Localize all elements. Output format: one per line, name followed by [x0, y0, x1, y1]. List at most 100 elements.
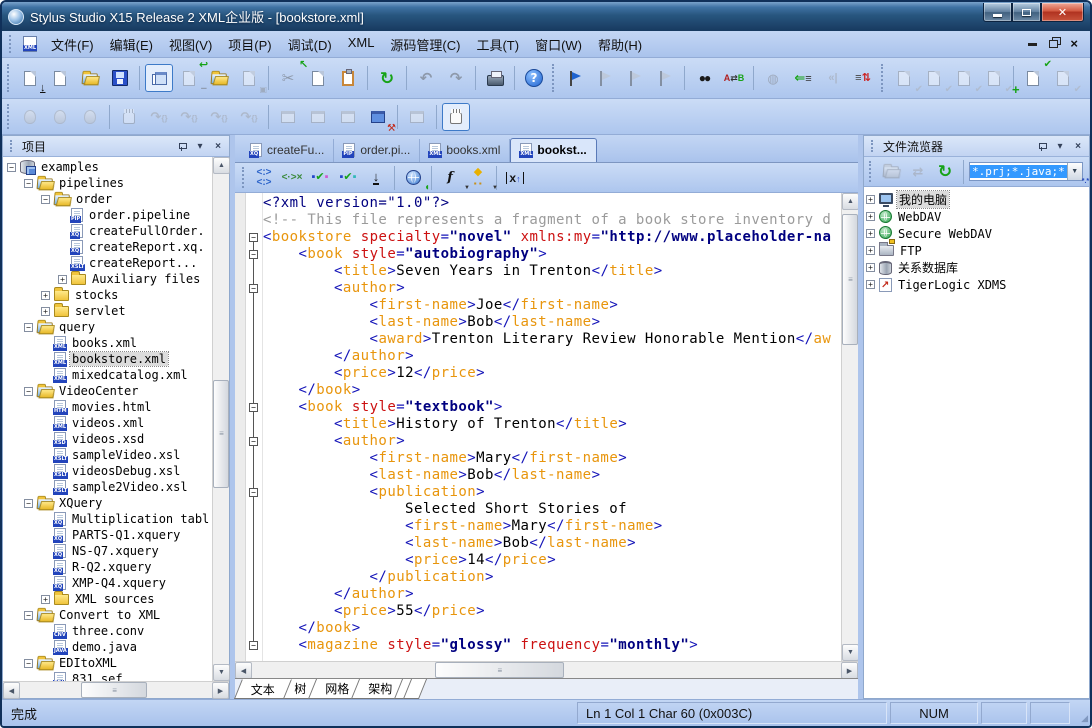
- project-tree-item[interactable]: NS-Q7.xquery: [5, 543, 212, 559]
- open-button[interactable]: [76, 64, 104, 92]
- scroll-up-icon[interactable]: ▲: [213, 157, 230, 174]
- hand-tool-button[interactable]: [442, 103, 470, 131]
- expand-icon[interactable]: +: [866, 263, 875, 272]
- menu-item[interactable]: 源码管理(C): [382, 32, 468, 57]
- expand-icon[interactable]: +: [866, 195, 875, 204]
- toolbar-grip[interactable]: [881, 64, 886, 92]
- project-tree-item[interactable]: −examples: [5, 159, 212, 175]
- menu-item[interactable]: 编辑(E): [102, 32, 161, 57]
- expand-icon[interactable]: +: [58, 275, 67, 284]
- collapse-icon[interactable]: −: [24, 659, 33, 668]
- explorer-tree-item[interactable]: +WebDAV: [866, 208, 1089, 225]
- mdi-minimize-icon[interactable]: [1028, 43, 1037, 46]
- project-tree-item[interactable]: +servlet: [5, 303, 212, 319]
- whitespace-button[interactable]: x↑: [502, 165, 528, 190]
- find-button[interactable]: ●●: [690, 64, 718, 92]
- fold-marker[interactable]: −: [249, 233, 258, 242]
- toolbar-grip[interactable]: [9, 35, 14, 53]
- scroll-up-icon[interactable]: ▲: [842, 193, 859, 210]
- scroll-right-icon[interactable]: ▶: [212, 682, 229, 699]
- minimize-button[interactable]: [983, 3, 1012, 22]
- project-tree-horizontal-scrollbar[interactable]: ◀ ≡ ▶: [3, 681, 229, 698]
- menu-item[interactable]: 帮助(H): [590, 32, 650, 57]
- editor-horizontal-scrollbar[interactable]: ◀ ≡ ▶: [235, 661, 858, 678]
- project-tree-item[interactable]: three.conv: [5, 623, 212, 639]
- project-tree-item[interactable]: sampleVideo.xsl: [5, 447, 212, 463]
- project-tree-item[interactable]: videosDebug.xsl: [5, 463, 212, 479]
- project-tree-item[interactable]: bookstore.xml: [5, 351, 212, 367]
- editor-tab[interactable]: order.pi...: [334, 139, 420, 162]
- toggle-bookmark-button[interactable]: [561, 64, 589, 92]
- fold-marker[interactable]: −: [249, 488, 258, 497]
- expand-icon[interactable]: +: [866, 246, 875, 255]
- collapse-icon[interactable]: −: [24, 323, 33, 332]
- project-tree-item[interactable]: +XML sources: [5, 591, 212, 607]
- scroll-right-icon[interactable]: ▶: [841, 662, 858, 679]
- project-tree-item[interactable]: createReport...: [5, 255, 212, 271]
- mdi-close-icon[interactable]: ×: [1070, 39, 1078, 49]
- add-schema-validation-button[interactable]: ✔+: [1019, 64, 1047, 92]
- import-document-button[interactable]: ↓: [46, 64, 74, 92]
- chevron-down-icon[interactable]: ▾: [1053, 139, 1067, 153]
- expand-icon[interactable]: +: [41, 307, 50, 316]
- close-button[interactable]: ✕: [1041, 3, 1084, 22]
- collapse-icon[interactable]: −: [41, 195, 50, 204]
- combobox-dropdown-icon[interactable]: ▼: [1067, 163, 1082, 180]
- validate-button[interactable]: ▪✔▪: [307, 165, 333, 190]
- expand-icon[interactable]: +: [866, 229, 875, 238]
- project-tree-item[interactable]: Multiplication tabl: [5, 511, 212, 527]
- expand-icon[interactable]: +: [866, 280, 875, 289]
- mdi-restore-icon[interactable]: [1049, 40, 1058, 48]
- open-in-window-button[interactable]: ↩: [205, 64, 233, 92]
- menu-item[interactable]: 窗口(W): [527, 32, 590, 57]
- menu-item[interactable]: 项目(P): [220, 32, 279, 57]
- editor-vertical-scrollbar[interactable]: ▲ ≡ ▼: [841, 193, 858, 661]
- editor-tab[interactable]: bookst...: [510, 138, 596, 162]
- project-tree-item[interactable]: PARTS-Q1.xquery: [5, 527, 212, 543]
- toolbar-grip[interactable]: [552, 64, 557, 92]
- code-text-area[interactable]: <?xml version="1.0"?><!-- This file repr…: [263, 193, 841, 661]
- project-tree-item[interactable]: −pipelines: [5, 175, 212, 191]
- project-tree-item[interactable]: 831.sef: [5, 671, 212, 681]
- panel-grip[interactable]: [10, 140, 15, 152]
- fold-marker[interactable]: −: [249, 250, 258, 259]
- replace-button[interactable]: A⇄B: [720, 64, 748, 92]
- save-dtd-button[interactable]: ↓: [363, 165, 389, 190]
- explorer-tree-item[interactable]: +Secure WebDAV: [866, 225, 1089, 242]
- project-tree-item[interactable]: XMP-Q4.xquery: [5, 575, 212, 591]
- project-tree-item[interactable]: books.xml: [5, 335, 212, 351]
- project-tree-item[interactable]: demo.java: [5, 639, 212, 655]
- sort-lines-button[interactable]: ≡⇅: [849, 64, 877, 92]
- pin-icon[interactable]: [1035, 139, 1049, 153]
- project-tree-item[interactable]: movies.html: [5, 399, 212, 415]
- explorer-refresh-button[interactable]: ↻: [933, 160, 957, 184]
- panel-grip[interactable]: [871, 140, 876, 152]
- expand-icon[interactable]: +: [866, 212, 875, 221]
- expand-icon[interactable]: +: [41, 291, 50, 300]
- explorer-tree-item[interactable]: +关系数据库: [866, 259, 1089, 276]
- cascade-windows-button[interactable]: [145, 64, 173, 92]
- preview-in-browser-button[interactable]: ◖: [400, 165, 426, 190]
- menu-item[interactable]: XML: [340, 32, 383, 57]
- chevron-down-icon[interactable]: ▾: [193, 139, 207, 153]
- project-tree-item[interactable]: −EDItoXML: [5, 655, 212, 671]
- project-tree-item[interactable]: +stocks: [5, 287, 212, 303]
- collapse-icon[interactable]: −: [24, 611, 33, 620]
- menu-item[interactable]: 文件(F): [43, 32, 102, 57]
- validate-all-button[interactable]: ▪✔▪: [335, 165, 361, 190]
- project-tree-item[interactable]: videos.xml: [5, 415, 212, 431]
- project-tree-item[interactable]: createReport.xq.: [5, 239, 212, 255]
- mode-tab-文本[interactable]: 文本: [234, 679, 292, 699]
- copy-button[interactable]: ↖: [304, 64, 332, 92]
- pretty-print-button[interactable]: <:><:>: [251, 165, 277, 190]
- fold-marker[interactable]: −: [249, 641, 258, 650]
- menu-item[interactable]: 视图(V): [161, 32, 220, 57]
- project-tree-item[interactable]: sample2Video.xsl: [5, 479, 212, 495]
- options-button[interactable]: ⚒: [364, 103, 392, 131]
- schema-menu-button[interactable]: ◆▪ ▪▼: [465, 165, 491, 190]
- expand-collapse-button[interactable]: <·>×: [279, 165, 305, 190]
- project-tree-vertical-scrollbar[interactable]: ▲ ≡ ▼: [212, 157, 229, 681]
- project-tree-item[interactable]: order.pipeline: [5, 207, 212, 223]
- fold-marker[interactable]: −: [249, 437, 258, 446]
- editor-tab[interactable]: books.xml: [420, 139, 510, 162]
